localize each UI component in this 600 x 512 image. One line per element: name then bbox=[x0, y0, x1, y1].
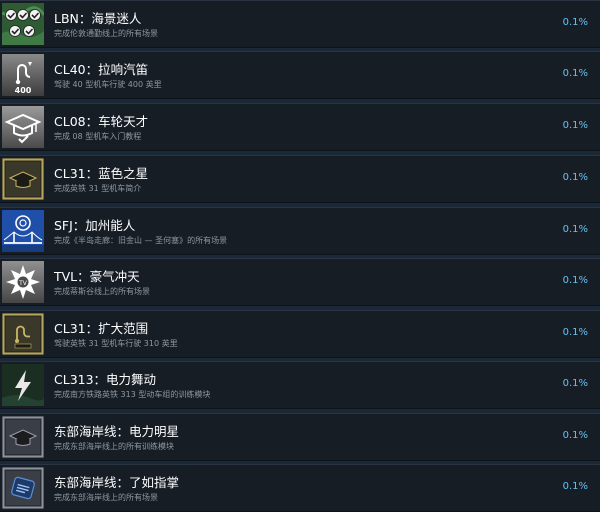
achievement-percent: 0.1% bbox=[562, 68, 588, 79]
achievement-row[interactable]: 400 CL40：拉响汽笛 驾驶 40 型机车行驶 400 英里 0.1% bbox=[0, 51, 600, 99]
achievement-description: 完成《半岛走廊：旧金山 — 圣何塞》的所有场景 bbox=[54, 236, 228, 245]
lightning-icon bbox=[2, 364, 44, 406]
achievement-list: LBN：海景迷人 完成伦敦通勤线上的所有场景 0.1% 400 CL40：拉响汽… bbox=[0, 0, 600, 512]
achievement-percent: 0.1% bbox=[562, 378, 588, 389]
gold-route-icon bbox=[2, 313, 44, 355]
achievement-percent: 0.1% bbox=[562, 17, 588, 28]
route-400-icon: 400 bbox=[2, 54, 44, 96]
achievement-row[interactable]: LBN：海景迷人 完成伦敦通勤线上的所有场景 0.1% bbox=[0, 0, 600, 48]
achievement-description: 完成英铁 31 型机车简介 bbox=[54, 184, 142, 193]
silver-cap-icon bbox=[2, 416, 44, 458]
svg-text:TV: TV bbox=[18, 280, 28, 287]
achievement-description: 驾驶 40 型机车行驶 400 英里 bbox=[54, 80, 162, 89]
achievement-title: CL40：拉响汽笛 bbox=[54, 62, 149, 77]
achievement-percent: 0.1% bbox=[562, 224, 588, 235]
blue-badge-icon bbox=[2, 467, 44, 509]
achievement-description: 驾驶英铁 31 型机车行驶 310 英里 bbox=[54, 339, 178, 348]
achievement-percent: 0.1% bbox=[562, 172, 588, 183]
achievement-title: 东部海岸线：电力明星 bbox=[54, 424, 180, 439]
achievement-percent: 0.1% bbox=[562, 481, 588, 492]
map-checkmarks-icon bbox=[2, 3, 44, 45]
achievement-percent: 0.1% bbox=[562, 327, 588, 338]
burst-emblem-icon: TV bbox=[2, 261, 44, 303]
achievement-description: 完成南方铁路英铁 313 型动车组的训练模块 bbox=[54, 390, 211, 399]
bridge-icon bbox=[2, 210, 44, 252]
achievement-row[interactable]: CL313：电力舞动 完成南方铁路英铁 313 型动车组的训练模块 0.1% bbox=[0, 361, 600, 409]
achievement-title: CL31：扩大范围 bbox=[54, 321, 149, 336]
achievement-title: CL31：蓝色之星 bbox=[54, 166, 149, 181]
achievement-description: 完成 08 型机车入门教程 bbox=[54, 132, 142, 141]
achievement-row[interactable]: 东部海岸线：电力明星 完成东部海岸线上的所有训练模块 0.1% bbox=[0, 413, 600, 461]
achievement-row[interactable]: TV TVL：豪气冲天 完成蒂斯谷线上的所有场景 0.1% bbox=[0, 258, 600, 306]
achievement-description: 完成东部海岸线上的所有场景 bbox=[54, 493, 158, 502]
achievement-description: 完成东部海岸线上的所有训练模块 bbox=[54, 442, 174, 451]
achievement-title: LBN：海景迷人 bbox=[54, 11, 142, 26]
achievement-title: TVL：豪气冲天 bbox=[54, 269, 140, 284]
gold-cap-icon bbox=[2, 158, 44, 200]
svg-text:400: 400 bbox=[15, 86, 32, 95]
achievement-row[interactable]: SFJ：加州能人 完成《半岛走廊：旧金山 — 圣何塞》的所有场景 0.1% bbox=[0, 207, 600, 255]
achievement-row[interactable]: CL31：蓝色之星 完成英铁 31 型机车简介 0.1% bbox=[0, 155, 600, 203]
achievement-title: 东部海岸线：了如指掌 bbox=[54, 475, 180, 490]
achievement-title: SFJ：加州能人 bbox=[54, 218, 136, 233]
achievement-row[interactable]: CL08：车轮天才 完成 08 型机车入门教程 0.1% bbox=[0, 103, 600, 151]
achievement-title: CL313：电力舞动 bbox=[54, 372, 157, 387]
achievement-percent: 0.1% bbox=[562, 275, 588, 286]
graduation-cap-icon bbox=[2, 106, 44, 148]
achievement-percent: 0.1% bbox=[562, 120, 588, 131]
achievement-description: 完成伦敦通勤线上的所有场景 bbox=[54, 29, 158, 38]
achievement-description: 完成蒂斯谷线上的所有场景 bbox=[54, 287, 150, 296]
achievement-row[interactable]: CL31：扩大范围 驾驶英铁 31 型机车行驶 310 英里 0.1% bbox=[0, 310, 600, 358]
achievement-title: CL08：车轮天才 bbox=[54, 114, 149, 129]
achievement-percent: 0.1% bbox=[562, 430, 588, 441]
